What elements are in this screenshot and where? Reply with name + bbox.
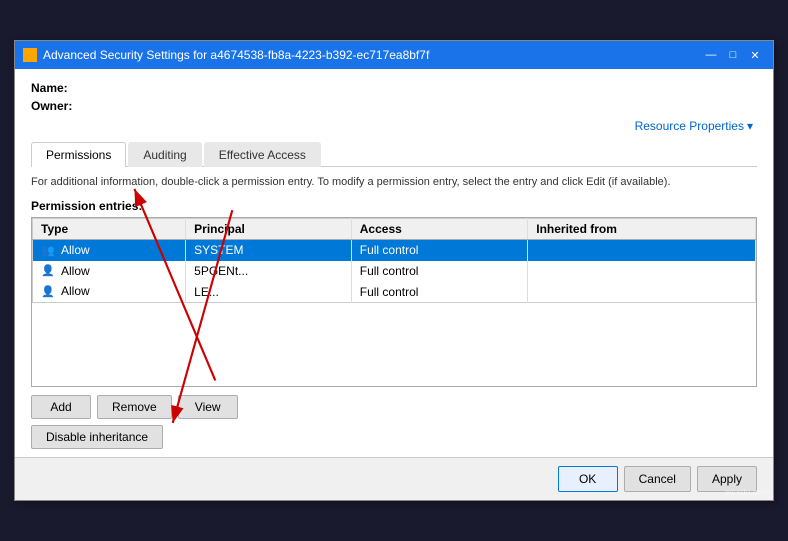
view-button[interactable]: View [178,395,238,419]
td-access: Full control [351,239,527,260]
resource-properties-row: Resource Properties ▾ [31,117,757,135]
main-content: Name: Owner: Resource Properties ▾ Permi… [15,69,773,456]
remove-button[interactable]: Remove [97,395,172,419]
col-type: Type [33,218,186,239]
owner-row: Owner: [31,99,757,113]
resource-properties-button[interactable]: Resource Properties ▾ [631,117,757,135]
col-access: Access [351,218,527,239]
resource-properties-icon: ▾ [747,119,753,133]
td-inherited [528,239,756,260]
close-button[interactable]: ✕ [745,45,765,65]
permission-entries-label: Permission entries: [31,199,757,213]
title-controls: — □ ✕ [701,45,765,65]
ok-button[interactable]: OK [558,466,618,492]
action-buttons-row: Add Remove View [31,395,757,419]
col-principal: Principal [186,218,352,239]
td-type: 👥Allow [33,239,186,260]
tab-effective-access[interactable]: Effective Access [204,142,321,167]
name-label: Name: [31,81,81,95]
tabs-container: Permissions Auditing Effective Access [31,141,757,167]
title-bar: Advanced Security Settings for a4674538-… [15,41,773,69]
window-title: Advanced Security Settings for a4674538-… [43,48,429,62]
td-inherited [528,281,756,302]
user-icon: 👥 [41,244,57,258]
minimize-button[interactable]: — [701,45,721,65]
col-inherited: Inherited from [528,218,756,239]
table-row[interactable]: 👥Allow SYSTEM Full control [33,239,756,260]
permissions-table: Type Principal Access Inherited from 👥Al… [32,218,756,303]
permissions-table-container[interactable]: Type Principal Access Inherited from 👥Al… [31,217,757,387]
info-text: For additional information, double-click… [31,175,757,190]
user-icon: 👤 [41,264,57,278]
table-row[interactable]: 👤Allow 5PGENt... Full control [33,261,756,282]
advanced-security-window: Advanced Security Settings for a4674538-… [14,40,774,500]
name-row: Name: [31,81,757,95]
table-row[interactable]: 👤Allow LE... Full control [33,281,756,302]
tab-auditing[interactable]: Auditing [128,142,201,167]
disable-inheritance-button[interactable]: Disable inheritance [31,425,163,449]
add-button[interactable]: Add [31,395,91,419]
watermark: wsxdn.com [725,487,770,497]
maximize-button[interactable]: □ [723,45,743,65]
td-type: 👤Allow [33,281,186,302]
user-icon: 👤 [41,285,57,299]
td-principal: SYSTEM [186,239,352,260]
owner-label: Owner: [31,99,81,113]
td-access: Full control [351,281,527,302]
td-type: 👤Allow [33,261,186,282]
tab-permissions[interactable]: Permissions [31,142,126,167]
window-icon [23,48,37,62]
td-principal: LE... [186,281,352,302]
bottom-bar: OK Cancel Apply [15,457,773,500]
td-principal: 5PGENt... [186,261,352,282]
resource-properties-label: Resource Properties [635,119,744,133]
td-inherited [528,261,756,282]
td-access: Full control [351,261,527,282]
cancel-button[interactable]: Cancel [624,466,691,492]
